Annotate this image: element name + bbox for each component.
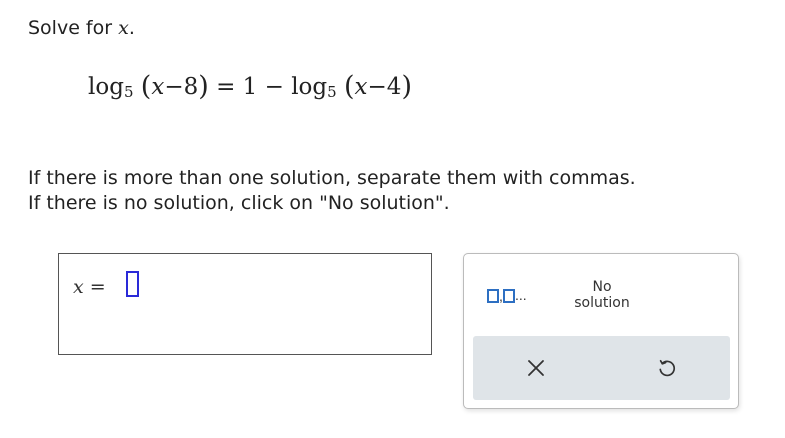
- left-variable: x: [151, 74, 165, 100]
- instructions: If there is more than one solution, sepa…: [28, 166, 636, 216]
- answer-equals: =: [83, 276, 106, 298]
- equals-one-minus: = 1 −: [208, 74, 292, 100]
- blank-box-icon: [487, 289, 499, 303]
- problem-prompt: Solve for x.: [28, 15, 135, 41]
- right-open-paren: (: [344, 71, 355, 102]
- left-inner-term: −8: [164, 74, 199, 100]
- instruction-multiple: If there is more than one solution, sepa…: [28, 167, 636, 189]
- prompt-text: Solve for: [28, 17, 119, 39]
- multiple-answers-button[interactable]: , ...: [478, 276, 540, 316]
- right-close-paren: ): [401, 71, 412, 102]
- blank-box-icon: [503, 289, 515, 303]
- action-bar: [473, 336, 730, 400]
- input-palette: , ... No solution: [463, 253, 739, 409]
- log-left: log: [88, 74, 124, 100]
- right-variable: x: [354, 74, 368, 100]
- log-right: log: [291, 74, 328, 100]
- no-solution-label-1: No: [592, 279, 612, 295]
- clear-button[interactable]: [518, 352, 554, 384]
- right-inner-term: −4: [367, 74, 402, 100]
- prompt-period: .: [128, 17, 135, 39]
- answer-input[interactable]: [126, 271, 139, 297]
- log-right-base: 5: [327, 83, 337, 101]
- multi-ellipsis: ...: [515, 287, 527, 303]
- left-close-paren: ): [198, 71, 209, 102]
- undo-button[interactable]: [649, 352, 685, 384]
- log-left-base: 5: [123, 83, 134, 101]
- answer-box[interactable]: x =: [58, 253, 432, 355]
- no-solution-button[interactable]: No solution: [562, 276, 642, 314]
- left-open-paren: (: [140, 71, 152, 102]
- instruction-no-solution: If there is no solution, click on "No so…: [28, 192, 450, 214]
- answer-label: x =: [73, 276, 106, 298]
- no-solution-label-2: solution: [574, 295, 630, 311]
- equation: log5 (x−8) = 1 − log5 (x−4): [88, 66, 412, 109]
- undo-icon: [659, 359, 675, 377]
- answer-variable: x: [73, 276, 84, 298]
- prompt-variable: x: [118, 17, 129, 39]
- close-icon: [528, 360, 544, 376]
